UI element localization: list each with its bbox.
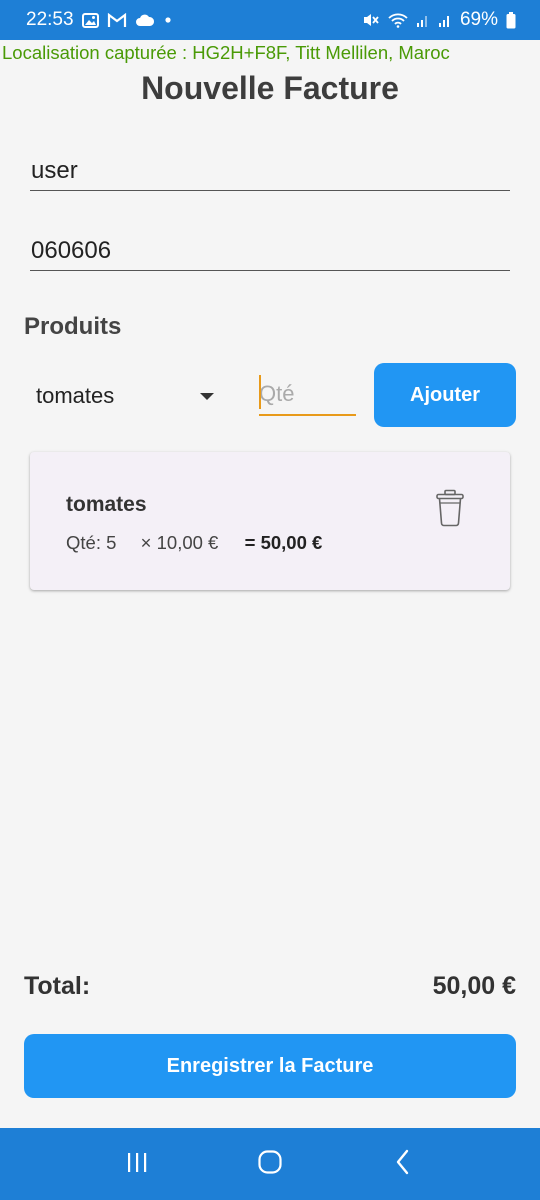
products-section-title: Produits xyxy=(24,313,122,340)
gallery-icon xyxy=(81,12,99,28)
username-field[interactable] xyxy=(30,151,510,191)
add-product-button[interactable]: Ajouter xyxy=(374,363,516,427)
product-dropdown[interactable]: tomates xyxy=(24,375,222,417)
status-time: 22:53 xyxy=(26,9,74,30)
item-details: Qté: 5 × 10,00 € = 50,00 € xyxy=(66,532,322,554)
item-name: tomates xyxy=(66,493,147,516)
cloud-icon xyxy=(135,14,155,27)
gmail-icon xyxy=(107,12,127,28)
trash-icon xyxy=(435,489,465,532)
invoice-item-card: tomates Qté: 5 × 10,00 € = 50,00 € xyxy=(30,452,510,590)
dot-icon xyxy=(163,15,173,25)
mute-icon xyxy=(362,12,380,28)
home-button[interactable] xyxy=(240,1134,300,1194)
page-title: Nouvelle Facture xyxy=(141,70,399,106)
text-cursor xyxy=(259,375,261,409)
save-invoice-button[interactable]: Enregistrer la Facture xyxy=(24,1034,516,1098)
total-value: 50,00 € xyxy=(432,972,516,1000)
quantity-input[interactable] xyxy=(259,374,356,416)
battery-icon xyxy=(506,11,516,29)
recents-button[interactable] xyxy=(107,1134,167,1194)
phone-field[interactable] xyxy=(30,231,510,271)
dropdown-arrow-icon xyxy=(200,392,214,400)
status-right: 69% xyxy=(362,9,516,31)
signal-icon xyxy=(416,12,430,28)
delete-item-button[interactable] xyxy=(432,489,468,532)
status-bar: 22:53 69% xyxy=(0,0,540,40)
back-icon xyxy=(391,1148,415,1181)
wifi-icon xyxy=(388,12,408,28)
home-icon xyxy=(256,1148,284,1181)
item-quantity: Qté: 5 xyxy=(66,532,117,553)
item-line-total: = 50,00 € xyxy=(244,532,323,553)
signal-icon xyxy=(438,12,452,28)
recents-icon xyxy=(124,1149,150,1180)
item-unit-price: × 10,00 € xyxy=(140,532,219,553)
back-button[interactable] xyxy=(373,1134,433,1194)
total-label: Total: xyxy=(24,972,91,1000)
product-dropdown-value: tomates xyxy=(36,383,115,408)
navigation-bar xyxy=(0,1128,540,1200)
battery-percent: 69% xyxy=(459,9,498,30)
status-left: 22:53 xyxy=(26,9,173,31)
location-text: Localisation capturée : HG2H+F8F, Titt M… xyxy=(2,42,450,63)
